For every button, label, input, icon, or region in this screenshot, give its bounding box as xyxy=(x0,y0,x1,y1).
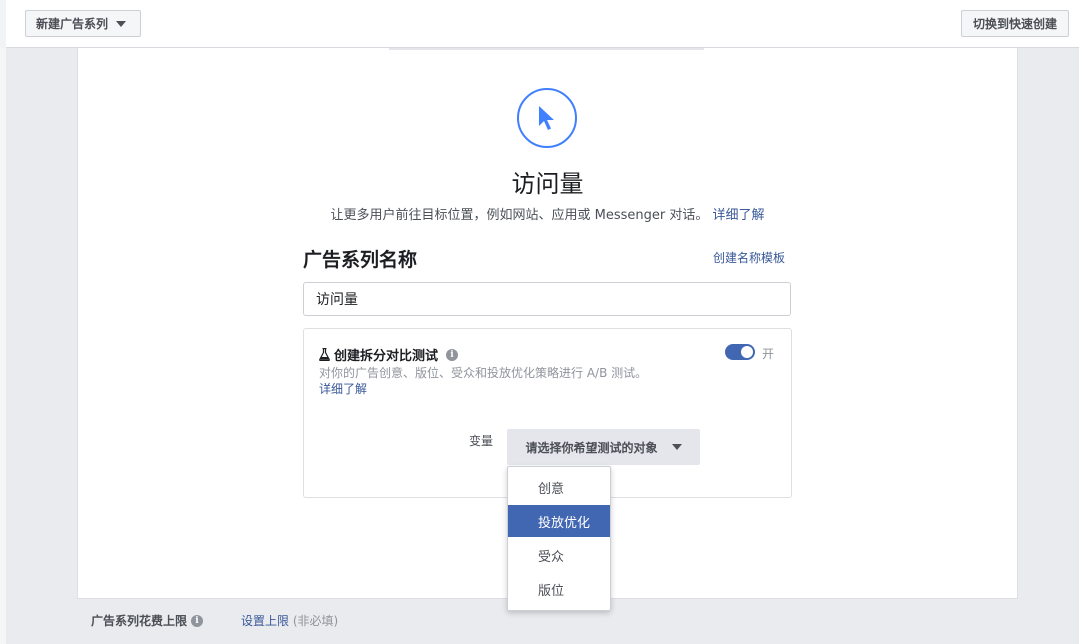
flask-icon xyxy=(319,348,330,361)
variable-label: 变量 xyxy=(469,434,494,448)
cursor-arrow-icon xyxy=(517,88,577,148)
variable-select-label: 请选择你希望测试的对象 xyxy=(525,440,658,455)
new-campaign-button[interactable]: 新建广告系列 xyxy=(25,10,141,37)
menu-item-placement[interactable]: 版位 xyxy=(508,573,610,605)
caret-down-icon xyxy=(671,444,682,450)
objective-description: 让更多用户前往目标位置，例如网站、应用或 Messenger 对话。 详细了解 xyxy=(0,204,1079,223)
objective-description-text: 让更多用户前往目标位置，例如网站、应用或 Messenger 对话。 xyxy=(330,208,709,223)
split-test-title: 创建拆分对比测试 i xyxy=(319,345,459,364)
info-icon[interactable]: i xyxy=(191,614,204,627)
side-strip xyxy=(0,48,6,644)
split-test-toggle[interactable] xyxy=(725,344,755,360)
objective-learn-more-link[interactable]: 详细了解 xyxy=(712,208,764,223)
toggle-knob xyxy=(741,346,753,358)
variable-select[interactable]: 请选择你希望测试的对象 xyxy=(507,429,700,465)
budget-limit-label-text: 广告系列花费上限 xyxy=(91,614,188,628)
campaign-name-input[interactable] xyxy=(303,282,791,316)
variable-dropdown-menu: 创意 投放优化 受众 版位 xyxy=(507,466,611,611)
panel-divider xyxy=(389,48,704,50)
top-bar: 新建广告系列 切换到快速创建 xyxy=(0,0,1079,48)
menu-item-creative[interactable]: 创意 xyxy=(508,471,610,503)
set-limit-link[interactable]: 设置上限 xyxy=(241,614,289,628)
quick-create-label: 切换到快速创建 xyxy=(972,17,1057,31)
split-test-title-text: 创建拆分对比测试 xyxy=(334,349,439,364)
campaign-name-title: 广告系列名称 xyxy=(303,249,418,271)
budget-limit-label: 广告系列花费上限 i xyxy=(91,612,204,629)
split-test-description: 对你的广告创意、版位、受众和投放优化策略进行 A/B 测试。 xyxy=(319,366,648,380)
create-name-template-link[interactable]: 创建名称模板 xyxy=(713,249,785,266)
quick-create-button[interactable]: 切换到快速创建 xyxy=(961,10,1069,37)
split-test-learn-more-link[interactable]: 详细了解 xyxy=(319,380,367,397)
new-campaign-label: 新建广告系列 xyxy=(36,17,109,31)
objective-title: 访问量 xyxy=(511,170,584,198)
caret-down-icon xyxy=(116,20,127,27)
budget-limit-row: 设置上限 (非必填) xyxy=(241,612,338,629)
menu-item-delivery-optimization[interactable]: 投放优化 xyxy=(508,505,610,537)
left-edge xyxy=(0,0,6,48)
toggle-label: 开 xyxy=(762,347,775,361)
menu-item-audience[interactable]: 受众 xyxy=(508,539,610,571)
info-icon[interactable]: i xyxy=(446,348,459,361)
optional-label: (非必填) xyxy=(292,614,339,628)
